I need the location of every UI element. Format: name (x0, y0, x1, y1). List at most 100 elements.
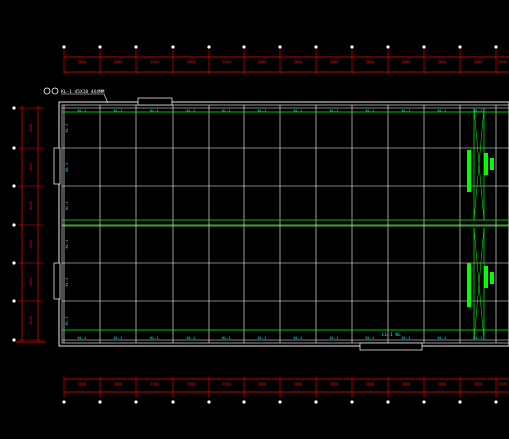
bottom-dimension-label: 3600 (366, 382, 375, 386)
bottom-axis-node (242, 400, 246, 404)
left-axis-node (12, 338, 16, 342)
left-dimension-label: 3600 (29, 240, 33, 249)
top-dimension-label: 3600 (258, 60, 267, 64)
top-dimension-label: 3600 (402, 60, 411, 64)
top-axis-node (386, 45, 390, 49)
top-beam-label: KL-1 (438, 109, 447, 113)
left-door-opening (53, 147, 61, 185)
bottom-door-opening (359, 342, 423, 351)
green-equipment-block (490, 272, 494, 284)
top-dimension-label: 3600 (438, 60, 447, 64)
cad-drawing-canvas: 3600 3600 3600 3600 3600 3600 3600 3600 3600 3600… (0, 0, 509, 435)
outer-wall (58, 101, 509, 347)
top-axis-node (422, 45, 426, 49)
bottom-dimension-label: 3600 (222, 382, 231, 386)
bottom-axis-node (134, 400, 138, 404)
bottom-beam-label: KL-1 (438, 336, 447, 340)
top-beam-label: KL-1 (330, 109, 339, 113)
bottom-dimension-label: 3600 (438, 382, 447, 386)
top-axis-node (98, 45, 102, 49)
left-dimension-label: 3600 (29, 163, 33, 172)
inner-wall (61, 104, 509, 344)
top-dimension-label: 3600 (330, 60, 339, 64)
bottom-beam-label: KL-1 (474, 336, 483, 340)
top-dimension-label: 3600 (78, 60, 87, 64)
bottom-beam-label: KL-1 (150, 336, 159, 340)
top-axis-node (134, 45, 138, 49)
top-beam-label: KL-1 (187, 109, 196, 113)
top-beam-label: KL-1 (114, 109, 123, 113)
top-axis-node (314, 45, 318, 49)
top-dimension-label: 3600 (150, 60, 159, 64)
top-beam-label: KL-1 (258, 109, 267, 113)
bottom-dimension-label: 3600 (294, 382, 303, 386)
bottom-dimension-label: 3600 (78, 382, 87, 386)
left-axis-node (12, 146, 16, 150)
top-beam-label: KL-1 (150, 109, 159, 113)
top-axis-node (278, 45, 282, 49)
top-dimension-label: 3600 (114, 60, 123, 64)
left-door-opening (53, 262, 61, 300)
column-grid (53, 97, 509, 351)
left-dimension-label: 3600 (29, 316, 33, 325)
bottom-beam-label: KL-1 (78, 336, 87, 340)
left-beam-label: KL-1 (65, 278, 69, 287)
bottom-beam-label: KL-1 (114, 336, 123, 340)
green-detail-lines (62, 107, 509, 341)
bottom-dimension-label: 3600 (258, 382, 267, 386)
bottom-beam-label: KL-1 (258, 336, 267, 340)
left-dimension-label: 3600 (29, 278, 33, 287)
callout-annotation: KL-1 45X18 4X4MM (43, 87, 109, 104)
top-axis-node (242, 45, 246, 49)
top-beam-label: KL-1 (402, 109, 411, 113)
bottom-note: LL-1 KL (382, 332, 401, 338)
top-dimension-label: 3600 (498, 60, 507, 64)
top-axis-node (207, 45, 211, 49)
bottom-beam-label: KL-1 (222, 336, 231, 340)
top-axis-node (62, 45, 66, 49)
top-beam-label: KL-1 (222, 109, 231, 113)
left-dimension-label: 3600 (29, 201, 33, 210)
left-dimension-chain: 3600 3600 3600 3600 3600 3600 (12, 106, 46, 343)
bottom-axis-node (458, 400, 462, 404)
top-dimension-label: 3600 (222, 60, 231, 64)
bottom-beam-label: KL-1 (330, 336, 339, 340)
bottom-beam-label: KL-1 (366, 336, 375, 340)
left-axis-node (12, 106, 16, 110)
top-dimension-label: 3600 (366, 60, 375, 64)
bottom-dimension-label: 3600 (474, 382, 483, 386)
top-beam-label: KL-1 (78, 109, 87, 113)
left-beam-label: KL-1 (65, 124, 69, 133)
callout-circle-icon (51, 87, 59, 95)
top-beam-label: KL-1 (366, 109, 375, 113)
top-axis-node (350, 45, 354, 49)
top-door-opening (137, 97, 173, 106)
bottom-dimension-label: 3600 (114, 382, 123, 386)
bottom-dimension-label: 3600 (330, 382, 339, 386)
left-beam-label: KL-1 (65, 163, 69, 172)
top-dimension-label: 3600 (187, 60, 196, 64)
left-beam-label: KL-1 (65, 240, 69, 249)
beam-labels: KL-1 KL-1 KL-1 KL-1 KL-1 KL-1 KL-1 KL-1 KL-1 KL-1… (65, 109, 482, 340)
bottom-dimension-label: 3600 (187, 382, 196, 386)
bottom-dimension-label: 3600 (150, 382, 159, 386)
top-dimension-label: 3600 (474, 60, 483, 64)
left-beam-label: KL-1 (65, 316, 69, 325)
left-axis-node (12, 261, 16, 265)
bottom-axis-node (207, 400, 211, 404)
bottom-axis-node (422, 400, 426, 404)
bottom-axis-node (350, 400, 354, 404)
green-equipment-block (484, 153, 488, 175)
bottom-axis-node (494, 400, 498, 404)
left-beam-label: KL-1 (65, 201, 69, 210)
top-beam-label: KL-1 (474, 109, 483, 113)
green-equipment-block (467, 150, 471, 192)
bottom-dimension-chain: 3600 3600 3600 3600 3600 3600 3600 3600 3600 3600… (62, 377, 509, 404)
bottom-axis-node (98, 400, 102, 404)
top-axis-node (458, 45, 462, 49)
structural-plan-drawing: 3600 3600 3600 3600 3600 3600 3600 3600 3600 3600… (12, 45, 509, 404)
green-equipment-block (484, 266, 488, 288)
top-dimension-chain: 3600 3600 3600 3600 3600 3600 3600 3600 3600 3600… (62, 45, 509, 74)
top-dimension-label: 3600 (294, 60, 303, 64)
left-axis-node (12, 223, 16, 227)
